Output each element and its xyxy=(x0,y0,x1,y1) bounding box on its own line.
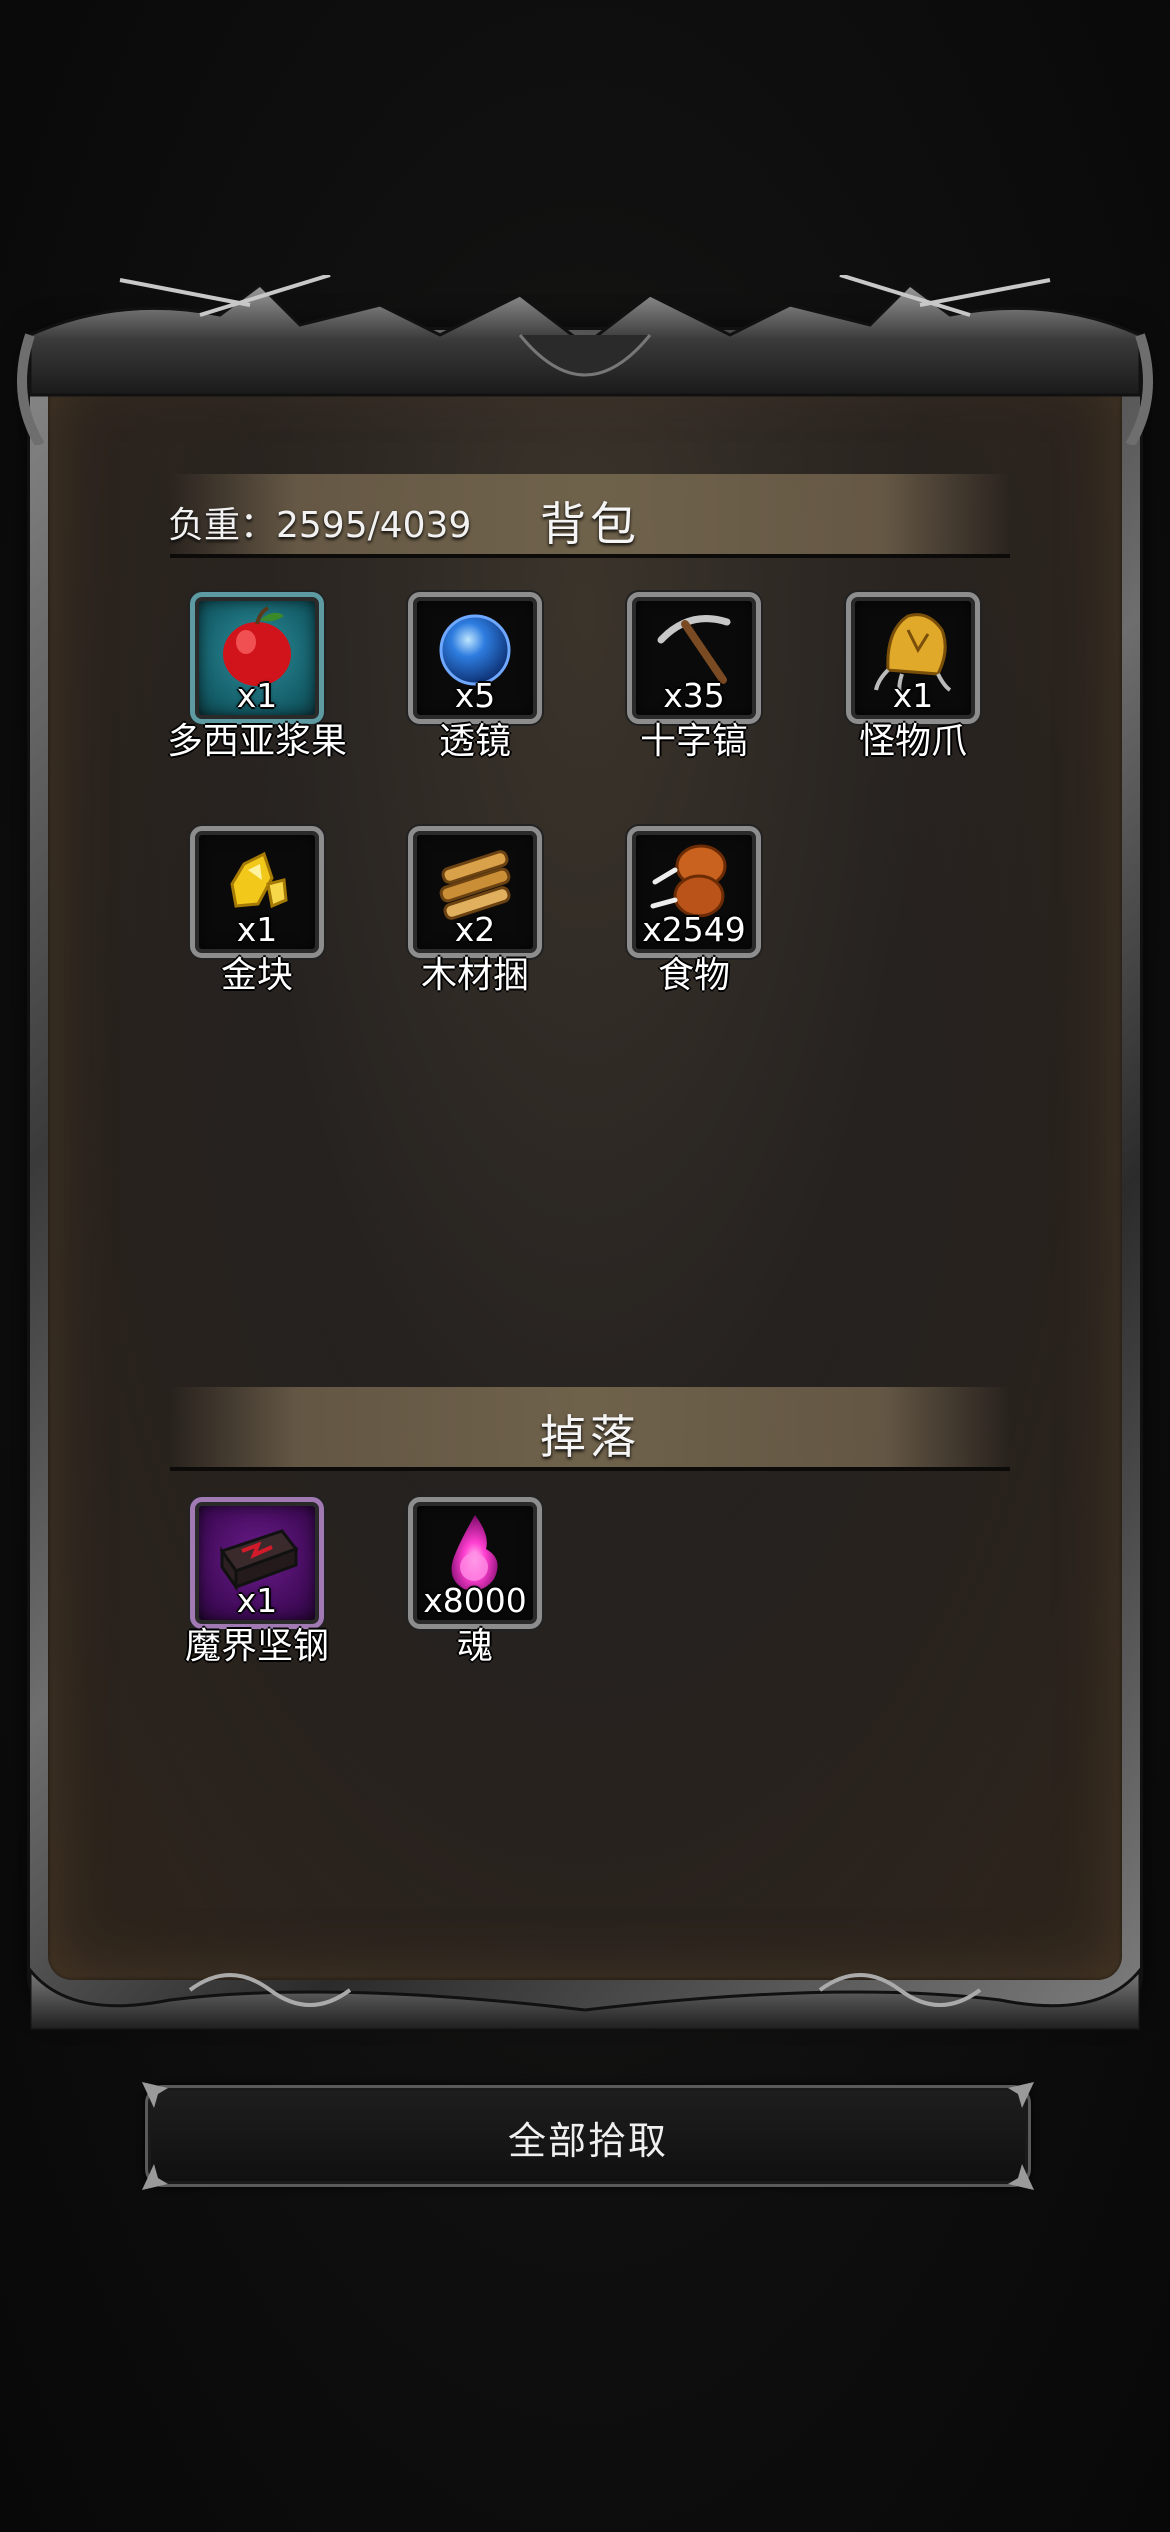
item-count: x5 xyxy=(454,676,496,715)
item-count: x1 xyxy=(236,676,278,715)
inventory-slot[interactable]: x1 多西亚浆果 xyxy=(167,592,347,762)
corner-ornament-icon xyxy=(1008,2082,1034,2108)
pickup-all-label: 全部拾取 xyxy=(507,2119,668,2163)
drop-slot[interactable]: x8000 魂 xyxy=(408,1497,542,1667)
item-count: x35 xyxy=(663,676,725,715)
drop-slot[interactable]: x1 魔界坚钢 xyxy=(185,1497,329,1667)
item-count: x1 xyxy=(236,1581,278,1620)
inventory-slot[interactable]: x2549 食物 xyxy=(627,826,761,996)
item-name: 怪物爪 xyxy=(858,721,967,762)
inventory-slot[interactable]: x5 透镜 xyxy=(408,592,542,762)
drops-title: 掉落 xyxy=(540,1410,640,1464)
item-name: 魂 xyxy=(456,1626,493,1667)
corner-ornament-icon xyxy=(142,2164,168,2190)
item-count: x1 xyxy=(892,676,934,715)
inventory-slot[interactable]: x2 木材捆 xyxy=(408,826,542,996)
corner-ornament-icon xyxy=(1008,2164,1034,2190)
corner-ornament-icon xyxy=(142,2082,168,2108)
pickup-all-button[interactable]: 全部拾取 xyxy=(142,2082,1034,2190)
item-count: x2 xyxy=(454,910,496,949)
inventory-panel-frame xyxy=(30,330,1140,2010)
item-count: x1 xyxy=(236,910,278,949)
item-name: 食物 xyxy=(657,955,730,996)
inventory-slot[interactable]: x35 十字镐 xyxy=(627,592,761,762)
inventory-slot[interactable]: x1 金块 xyxy=(190,826,324,996)
carry-weight-label: 负重：2595/4039 xyxy=(168,505,472,546)
item-count: x2549 xyxy=(642,910,746,949)
drops-section-header: 掉落 xyxy=(170,1387,1010,1471)
inventory-slot[interactable]: x1 怪物爪 xyxy=(846,592,980,762)
item-count: x8000 xyxy=(423,1581,527,1620)
